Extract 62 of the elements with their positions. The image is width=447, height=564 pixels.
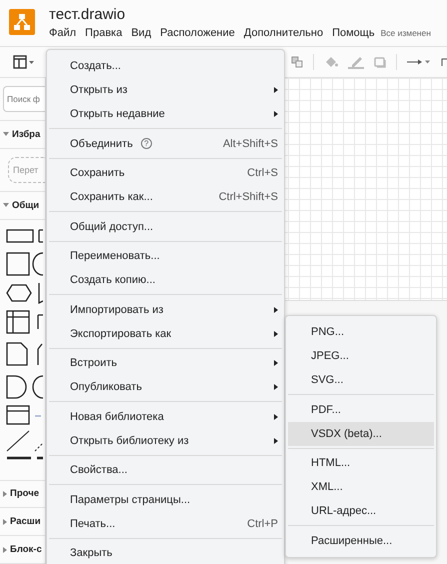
expanded-caret-icon[interactable] <box>3 203 9 208</box>
menu-item[interactable]: Свойства... <box>47 458 284 482</box>
section-title[interactable]: Проче <box>10 488 39 500</box>
menu-item[interactable]: Создать копию... <box>47 268 284 292</box>
arrow-icon[interactable] <box>407 58 431 66</box>
menu-item[interactable]: Сохранить Ctrl+S <box>47 161 284 185</box>
menu-item[interactable]: Объединить ? Alt+Shift+S <box>47 132 284 156</box>
menu-item[interactable]: Вид <box>130 27 154 39</box>
menu-item[interactable]: Открыть из <box>47 78 284 102</box>
layout-icon[interactable] <box>13 55 35 69</box>
menu-item[interactable]: JPEG... <box>288 344 434 368</box>
section-title[interactable]: Расши <box>10 516 41 528</box>
menu-item[interactable]: Экспортировать как <box>47 322 284 346</box>
expanded-caret-icon[interactable] <box>3 132 9 136</box>
menu-item[interactable]: Новая библиотека <box>47 404 284 428</box>
collapsed-caret-icon[interactable] <box>3 518 7 525</box>
waypoint-icon[interactable] <box>441 58 447 66</box>
menu-item[interactable]: Открыть недавние <box>47 102 284 126</box>
menu-item[interactable]: PDF... <box>288 398 434 422</box>
menu-item[interactable]: Опубликовать <box>47 375 284 399</box>
pencil-icon[interactable] <box>348 55 364 69</box>
to-back-icon[interactable] <box>291 56 303 68</box>
menu-item[interactable]: Расширенные... <box>288 528 434 552</box>
menu-item[interactable]: Закрыть <box>47 541 284 564</box>
collapsed-caret-icon[interactable] <box>3 546 7 553</box>
shortcut-text: Alt+Shift+S <box>222 138 278 150</box>
menu-item[interactable]: Открыть библиотеку из <box>47 428 284 452</box>
collapsed-caret-icon[interactable] <box>3 490 7 497</box>
menu-item[interactable]: Параметры страницы... <box>47 488 284 512</box>
save-status: Все изменен <box>380 28 431 38</box>
shadow-icon[interactable] <box>374 56 386 68</box>
line-shapes-drawing[interactable] <box>5 456 43 460</box>
shortcut-text: Ctrl+Shift+S <box>218 191 278 203</box>
menu-item[interactable]: Встроить <box>47 351 284 375</box>
menu-item[interactable]: VSDX (beta)... <box>288 422 434 446</box>
menu-item[interactable]: PNG... <box>288 320 434 344</box>
menu-item[interactable]: XML... <box>288 475 434 499</box>
menu-item[interactable]: Дополнительно <box>242 27 326 39</box>
menu-item[interactable]: Правка <box>84 27 126 39</box>
menu-item[interactable]: Создать... <box>47 54 284 78</box>
section-title[interactable]: Избра <box>12 128 40 140</box>
menu-item[interactable]: HTML... <box>288 451 434 475</box>
section-title[interactable]: Общи <box>12 200 40 211</box>
menu-item[interactable]: Помощь <box>331 27 378 39</box>
app-logo-icon <box>9 9 35 35</box>
menu-item[interactable]: URL-адрес... <box>288 499 434 523</box>
drop-zone: Перет <box>8 156 45 183</box>
menu-item[interactable]: Сохранить как... Ctrl+Shift+S <box>47 185 284 209</box>
help-icon[interactable]: ? <box>140 138 152 149</box>
menu-item[interactable]: Печать... Ctrl+P <box>47 512 284 536</box>
menu-item[interactable]: Файл <box>48 27 80 39</box>
menu-item[interactable]: Переименовать... <box>47 244 284 268</box>
window-title: тест.drawio <box>49 6 126 25</box>
shortcut-text: Ctrl+S <box>247 167 278 179</box>
search-field[interactable]: Поиск ф <box>3 86 45 112</box>
menu-item[interactable]: Общий доступ... <box>47 214 284 238</box>
fill-icon[interactable] <box>324 56 338 68</box>
menu-item[interactable]: SVG... <box>288 368 434 392</box>
menu-item[interactable]: Расположение <box>159 27 238 39</box>
menu-item[interactable]: Импортировать из <box>47 298 284 322</box>
shortcut-text: Ctrl+P <box>247 518 278 530</box>
section-title[interactable]: Блок-с <box>10 544 42 556</box>
